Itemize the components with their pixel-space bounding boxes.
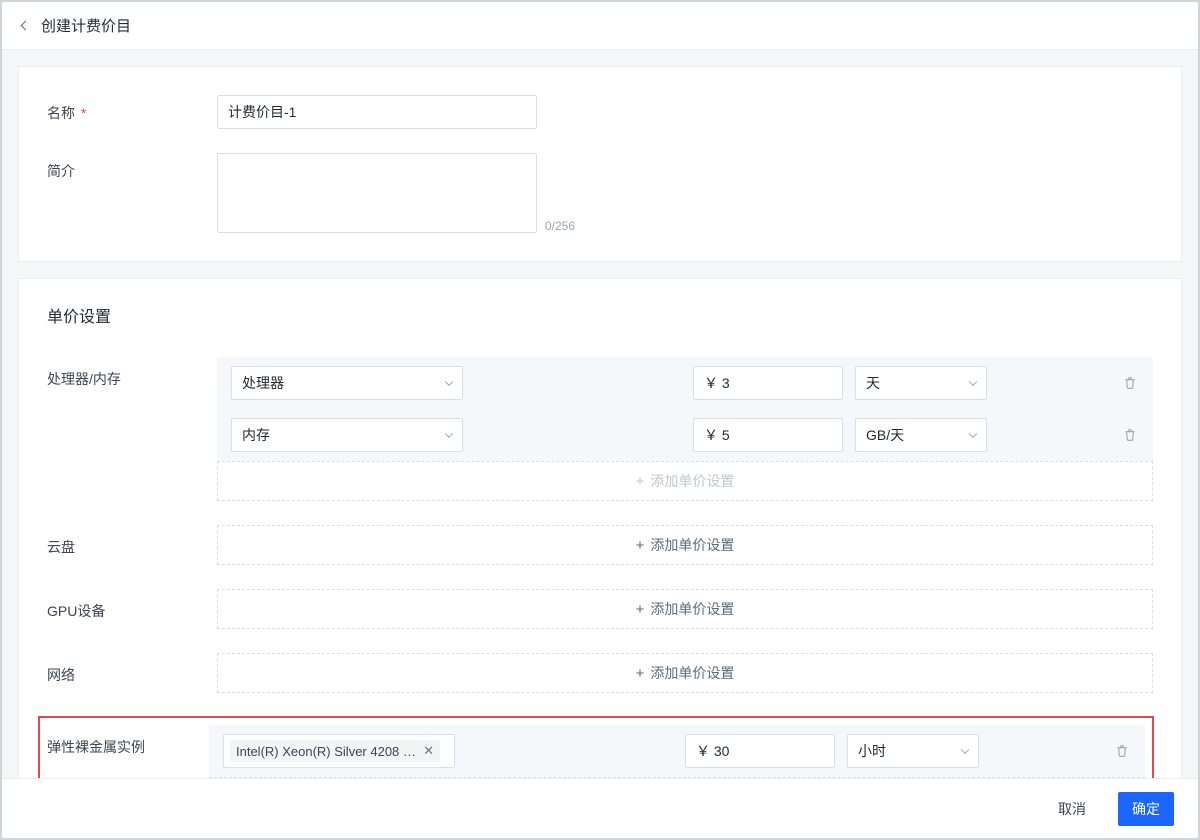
name-input[interactable] <box>217 95 537 129</box>
group-cpu-memory-label: 处理器/内存 <box>47 357 217 389</box>
chevron-down-icon <box>445 378 453 386</box>
trash-icon <box>1122 375 1138 391</box>
pricing-section-title: 单价设置 <box>19 279 1181 337</box>
page-footer: 取消 确定 <box>2 778 1198 838</box>
chevron-down-icon <box>969 378 977 386</box>
tag-remove-icon[interactable]: ✕ <box>423 743 434 759</box>
plus-icon: + <box>636 538 645 553</box>
chevron-down-icon <box>445 430 453 438</box>
price-row: Intel(R) Xeon(R) Silver 4208 C... ✕ 小时 <box>209 725 1145 777</box>
type-select-value: 处理器 <box>242 373 284 393</box>
group-disk: 云盘 + 添加单价设置 <box>47 525 1153 565</box>
unit-select-value: 小时 <box>858 741 886 761</box>
page-header: 创建计费价目 <box>2 2 1198 50</box>
group-cpu-memory: 处理器/内存 处理器 天 <box>47 357 1153 501</box>
type-select[interactable]: 内存 <box>231 418 463 452</box>
price-row: 内存 GB/天 <box>217 409 1153 461</box>
name-control <box>217 95 1153 129</box>
basic-info-card: 名称 * 简介 0/256 <box>18 66 1182 262</box>
group-baremetal: 弹性裸金属实例 Intel(R) Xeon(R) Silver 4208 C..… <box>39 717 1153 778</box>
price-input[interactable] <box>693 418 843 452</box>
pricing-block: 处理器/内存 处理器 天 <box>19 357 1181 778</box>
required-asterisk: * <box>81 105 86 121</box>
desc-control: 0/256 <box>217 153 1153 233</box>
desc-row: 简介 0/256 <box>47 153 1153 233</box>
add-price-row-label: 添加单价设置 <box>650 471 734 491</box>
delete-row-button[interactable] <box>1113 742 1131 760</box>
plus-icon: + <box>636 474 645 489</box>
type-tag-select[interactable]: Intel(R) Xeon(R) Silver 4208 C... ✕ <box>223 734 455 768</box>
trash-icon <box>1114 743 1130 759</box>
add-price-row-label: 添加单价设置 <box>650 599 734 619</box>
pricing-card: 单价设置 处理器/内存 处理器 <box>18 278 1182 778</box>
group-cpu-memory-rows: 处理器 天 <box>217 357 1153 501</box>
add-price-row-label: 添加单价设置 <box>650 663 734 683</box>
group-gpu-rows: + 添加单价设置 <box>217 589 1153 629</box>
add-price-row-button[interactable]: + 添加单价设置 <box>217 461 1153 501</box>
add-price-row-button[interactable]: + 添加单价设置 <box>217 589 1153 629</box>
page-body: 名称 * 简介 0/256 单价设置 处理器/内存 <box>2 50 1198 778</box>
desc-label: 简介 <box>47 153 217 181</box>
back-icon[interactable] <box>21 21 31 31</box>
type-select-value: 内存 <box>242 425 270 445</box>
desc-textarea[interactable] <box>217 153 537 233</box>
delete-row-button[interactable] <box>1121 426 1139 444</box>
group-gpu-label: GPU设备 <box>47 589 217 621</box>
add-price-row-label: 添加单价设置 <box>650 535 734 555</box>
group-disk-rows: + 添加单价设置 <box>217 525 1153 565</box>
group-network-rows: + 添加单价设置 <box>217 653 1153 693</box>
type-select[interactable]: 处理器 <box>231 366 463 400</box>
trash-icon <box>1122 427 1138 443</box>
group-network: 网络 + 添加单价设置 <box>47 653 1153 693</box>
type-tag-text: Intel(R) Xeon(R) Silver 4208 C... <box>236 744 417 759</box>
chevron-down-icon <box>961 746 969 754</box>
group-network-label: 网络 <box>47 653 217 685</box>
unit-select-value: 天 <box>866 373 880 393</box>
delete-row-button[interactable] <box>1121 374 1139 392</box>
app-window: 创建计费价目 名称 * 简介 0/256 <box>0 0 1200 840</box>
chevron-down-icon <box>969 430 977 438</box>
name-label: 名称 * <box>47 95 217 123</box>
group-gpu: GPU设备 + 添加单价设置 <box>47 589 1153 629</box>
cancel-button[interactable]: 取消 <box>1044 792 1100 826</box>
unit-select[interactable]: 小时 <box>847 734 979 768</box>
plus-icon: + <box>636 666 645 681</box>
page-title: 创建计费价目 <box>41 15 131 36</box>
add-price-row-button[interactable]: + 添加单价设置 <box>217 653 1153 693</box>
ok-button[interactable]: 确定 <box>1118 792 1174 826</box>
add-price-row-button[interactable]: + 添加单价设置 <box>217 525 1153 565</box>
plus-icon: + <box>636 602 645 617</box>
group-baremetal-rows: Intel(R) Xeon(R) Silver 4208 C... ✕ 小时 <box>209 725 1145 778</box>
price-input[interactable] <box>693 366 843 400</box>
type-tag: Intel(R) Xeon(R) Silver 4208 C... ✕ <box>230 740 440 762</box>
name-row: 名称 * <box>47 95 1153 129</box>
price-row: 处理器 天 <box>217 357 1153 409</box>
unit-select-value: GB/天 <box>866 425 904 445</box>
desc-char-count: 0/256 <box>545 219 575 233</box>
unit-select[interactable]: GB/天 <box>855 418 987 452</box>
group-disk-label: 云盘 <box>47 525 217 557</box>
name-label-text: 名称 <box>47 105 75 121</box>
unit-select[interactable]: 天 <box>855 366 987 400</box>
price-input[interactable] <box>685 734 835 768</box>
group-baremetal-label: 弹性裸金属实例 <box>39 725 209 757</box>
